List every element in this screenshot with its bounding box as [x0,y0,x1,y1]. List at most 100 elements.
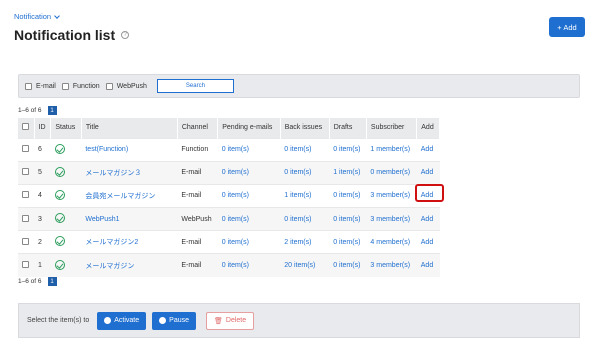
row-title-link[interactable]: メールマガジン2 [85,239,138,246]
row-subscriber-link[interactable]: 3 member(s) [370,216,410,223]
table-row: 6 test(Function) Function 0 item(s) 0 item(s… [18,137,440,162]
row-drafts-link[interactable]: 0 item(s) [333,262,360,269]
row-checkbox[interactable] [22,237,29,245]
row-id: 6 [38,146,42,154]
column-header-add: Add [416,118,440,138]
select-all-checkbox[interactable] [22,123,29,131]
row-checkbox[interactable] [22,191,29,199]
row-channel: E-mail [181,192,202,200]
row-title-link[interactable]: test(Function) [85,146,128,153]
page-button[interactable]: 1 [47,106,57,115]
row-subscriber-link[interactable]: 4 member(s) [370,239,410,246]
row-pending-link[interactable]: 0 item(s) [222,169,249,176]
pagination-bottom: 1–6 of 6 1 [18,277,57,286]
row-subscriber-link[interactable]: 0 member(s) [370,169,410,176]
page: Notification Notification list ? + Add E… [0,0,600,338]
row-pending-link[interactable]: 0 item(s) [222,216,249,223]
row-add-link[interactable]: Add [421,216,433,223]
bulk-action-bar: Select the item(s) to Activate Pause 🗑 D… [18,303,580,338]
pause-icon [159,317,167,324]
row-add-link[interactable]: Add [421,169,433,176]
table-row: 2 メールマガジン2 E-mail 0 item(s) 2 item(s) 0 item(… [18,230,440,254]
row-back-issues-link[interactable]: 1 item(s) [284,192,311,199]
row-channel: E-mail [181,169,202,177]
row-title-link[interactable]: WebPush1 [85,216,119,223]
row-add-link[interactable]: Add [421,262,433,269]
row-title-link[interactable]: 会員宛メールマガジン [85,193,155,200]
row-channel: WebPush [181,215,212,223]
column-header-id: ID [34,118,52,138]
breadcrumb[interactable]: Notification [14,12,60,21]
filter-function-checkbox[interactable] [61,82,69,90]
row-checkbox[interactable] [22,261,29,269]
row-pending-link[interactable]: 0 item(s) [222,262,249,269]
row-id: 1 [38,262,42,270]
add-notification-button[interactable]: + Add [549,17,585,37]
filter-webpush-checkbox[interactable] [105,82,113,90]
delete-button[interactable]: 🗑 Delete [206,311,255,330]
row-add-link[interactable]: Add [421,146,433,153]
row-checkbox[interactable] [22,214,29,222]
row-back-issues-link[interactable]: 0 item(s) [284,169,311,176]
page-title: Notification list [14,27,116,43]
row-back-issues-link[interactable]: 0 item(s) [284,216,311,223]
filter-bar: E-mail Function WebPush Search [18,74,580,98]
row-checkbox[interactable] [22,145,29,153]
column-header-subscriber: Subscriber [366,118,418,138]
row-id: 5 [38,169,42,177]
row-back-issues-link[interactable]: 2 item(s) [284,239,311,246]
filter-webpush-label: WebPush [116,82,147,90]
row-id: 4 [38,192,42,200]
result-count: 1–6 of 6 [18,107,42,114]
row-title-link[interactable]: メールマガジン [85,263,134,270]
row-checkbox[interactable] [22,168,29,176]
column-header-drafts: Drafts [329,118,367,138]
row-drafts-link[interactable]: 0 item(s) [333,192,360,199]
check-circle-icon [54,189,65,200]
column-header-title: Title [81,118,178,138]
row-subscriber-link[interactable]: 3 member(s) [370,192,410,199]
trash-icon: 🗑 [214,317,223,325]
filter-email-checkbox[interactable] [25,82,32,90]
breadcrumb-label[interactable]: Notification [14,12,51,21]
row-pending-link[interactable]: 0 item(s) [222,239,249,246]
check-circle-icon [54,213,65,224]
pause-button[interactable]: Pause [152,311,197,330]
row-drafts-link[interactable]: 0 item(s) [333,216,360,223]
row-pending-link[interactable]: 0 item(s) [222,192,249,199]
check-circle-icon [54,236,65,247]
page-button[interactable]: 1 [47,277,57,286]
result-count: 1–6 of 6 [18,278,42,285]
chevron-down-icon[interactable] [54,12,60,19]
row-add-link[interactable]: Add [421,192,433,199]
row-subscriber-link[interactable]: 1 member(s) [370,146,410,153]
row-back-issues-link[interactable]: 0 item(s) [284,146,311,153]
row-back-issues-link[interactable]: 20 item(s) [284,262,315,269]
check-circle-icon [104,317,112,324]
column-header-back-issues: Back issues [280,118,330,138]
check-circle-icon [54,143,65,154]
column-header-pending: Pending e-mails [217,118,281,138]
table-row: 1 メールマガジン E-mail 0 item(s) 20 item(s) 0 item(… [18,253,440,278]
row-channel: E-mail [181,262,202,270]
row-drafts-link[interactable]: 0 item(s) [333,146,360,153]
activate-button[interactable]: Activate [97,311,147,330]
row-pending-link[interactable]: 0 item(s) [222,146,249,153]
filter-email-label: E-mail [36,82,56,90]
row-add-link[interactable]: Add [421,239,433,246]
page-title-row: Notification list ? [14,27,130,43]
row-id: 2 [38,238,42,246]
row-channel: Function [181,146,209,154]
row-drafts-link[interactable]: 1 item(s) [333,169,360,176]
notification-table: ID Status Title Channel Pending e-mails … [18,118,440,278]
table-row: 3 WebPush1 WebPush 0 item(s) 0 item(s) 0 item… [18,207,440,231]
delete-label: Delete [225,317,247,324]
table-row: 4 会員宛メールマガジン E-mail 0 item(s) 1 item(s) 0 ite… [18,183,440,208]
row-drafts-link[interactable]: 0 item(s) [333,239,360,246]
row-title-link[interactable]: メールマガジン３ [85,170,141,177]
row-subscriber-link[interactable]: 3 member(s) [370,262,410,269]
help-icon[interactable]: ? [121,31,130,39]
search-button[interactable]: Search [156,79,234,93]
row-id: 3 [38,215,42,223]
activate-label: Activate [114,317,140,324]
